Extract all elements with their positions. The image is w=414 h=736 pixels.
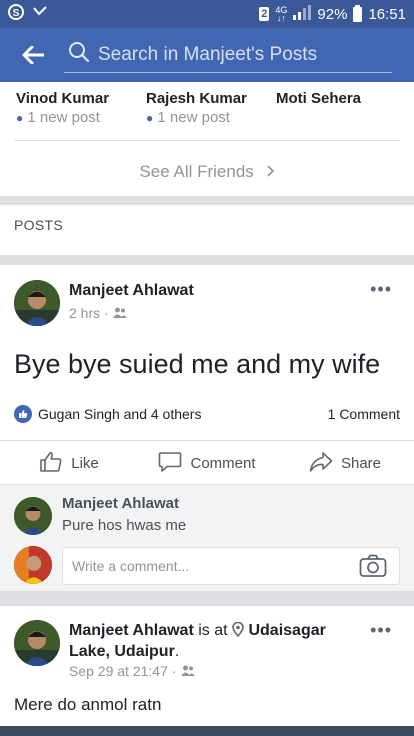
battery-icon [353, 4, 363, 22]
post-text: Mere do anmol ratn [14, 695, 162, 714]
divider [14, 140, 400, 141]
chevron-right-icon [262, 162, 275, 181]
svg-text:S: S [13, 8, 20, 19]
share-label: Share [340, 455, 382, 472]
like-reaction-icon [14, 405, 32, 423]
network-type: 4G ↓↑ [275, 5, 288, 23]
author-avatar[interactable] [14, 620, 60, 666]
friend-item[interactable]: Moti Sehera [276, 90, 406, 126]
see-all-friends-link[interactable]: See All Friends [0, 162, 414, 182]
status-bar: S 2 4G ↓↑ 92% 16:51 [0, 0, 414, 28]
post-author[interactable]: Manjeet Ahlawat [69, 282, 194, 300]
skype-icon: S [8, 4, 24, 24]
write-comment-placeholder: Write a comment... [72, 558, 190, 574]
search-icon [68, 41, 90, 68]
post-author-checkin[interactable]: Manjeet Ahlawat is at Udaisagar Lake, Ud… [69, 620, 359, 662]
comments-section: Manjeet Ahlawat Pure hos hwas me Write a… [0, 484, 414, 591]
camera-icon[interactable] [359, 554, 387, 583]
current-user-avatar [14, 546, 52, 584]
posts-section-header: POSTS [0, 205, 414, 255]
friend-new-post: ● 1 new post [16, 109, 100, 126]
friend-item[interactable]: Rajesh Kumar ● 1 new post [146, 90, 276, 126]
like-label: Like [71, 455, 99, 472]
search-placeholder: Search in Manjeet's Posts [98, 43, 318, 65]
post-meta: Sep 29 at 21:47 · [69, 663, 195, 679]
comment-author[interactable]: Manjeet Ahlawat [62, 495, 179, 512]
thumbs-up-icon [39, 451, 63, 477]
friends-audience-icon [180, 663, 195, 679]
friend-item[interactable]: Vinod Kumar ● 1 new post [16, 90, 146, 126]
reactions-summary[interactable]: Gugan Singh and 4 others [14, 405, 201, 423]
post-time: 2 hrs [69, 305, 101, 321]
signal-icon [293, 4, 312, 24]
comment-count[interactable]: 1 Comment [328, 406, 400, 422]
share-button[interactable]: Share [276, 451, 414, 477]
post-text: Bye bye suied me and my wife [14, 349, 381, 379]
write-comment-input[interactable]: Write a comment... [62, 547, 400, 585]
battery-percent: 92% [317, 5, 348, 23]
back-arrow-icon[interactable] [20, 42, 46, 68]
missed-call-icon [32, 5, 48, 23]
friend-name: Rajesh Kumar [146, 90, 247, 107]
friends-card: Vinod Kumar ● 1 new post Rajesh Kumar ● … [0, 82, 414, 196]
comment-button[interactable]: Comment [138, 451, 276, 477]
share-icon [309, 451, 333, 477]
commenter-avatar[interactable] [14, 497, 52, 535]
friend-new-post: ● 1 new post [146, 109, 230, 126]
section-title: POSTS [14, 217, 63, 233]
like-button[interactable]: Like [0, 451, 138, 477]
post-card: Manjeet Ahlawat is at Udaisagar Lake, Ud… [0, 606, 414, 736]
more-options-icon[interactable]: ••• [370, 620, 392, 641]
more-options-icon[interactable]: ••• [370, 279, 392, 300]
comment-label: Comment [190, 455, 256, 472]
post-action-bar: Like Comment Share [0, 440, 414, 486]
friends-audience-icon [112, 305, 127, 321]
app-bar: Search in Manjeet's Posts [0, 28, 414, 82]
checkin-text: is at [198, 622, 228, 639]
post-time: Sep 29 at 21:47 [69, 663, 168, 679]
comment-icon [158, 451, 182, 477]
reactions-text: Gugan Singh and 4 others [38, 406, 202, 422]
search-input[interactable]: Search in Manjeet's Posts [64, 37, 392, 73]
comment-text: Pure hos hwas me [62, 517, 187, 534]
post-author[interactable]: Manjeet Ahlawat [69, 622, 194, 639]
author-avatar[interactable] [14, 280, 60, 326]
post-image-preview[interactable] [0, 726, 414, 736]
post-meta: 2 hrs · [69, 305, 127, 321]
location-pin-icon [232, 621, 248, 639]
friend-name: Vinod Kumar [16, 90, 110, 107]
sim-indicator: 2 [259, 7, 270, 21]
clock: 16:51 [368, 5, 406, 23]
friend-name: Moti Sehera [276, 90, 362, 107]
post-card: Manjeet Ahlawat 2 hrs · ••• Bye bye suie… [0, 265, 414, 591]
